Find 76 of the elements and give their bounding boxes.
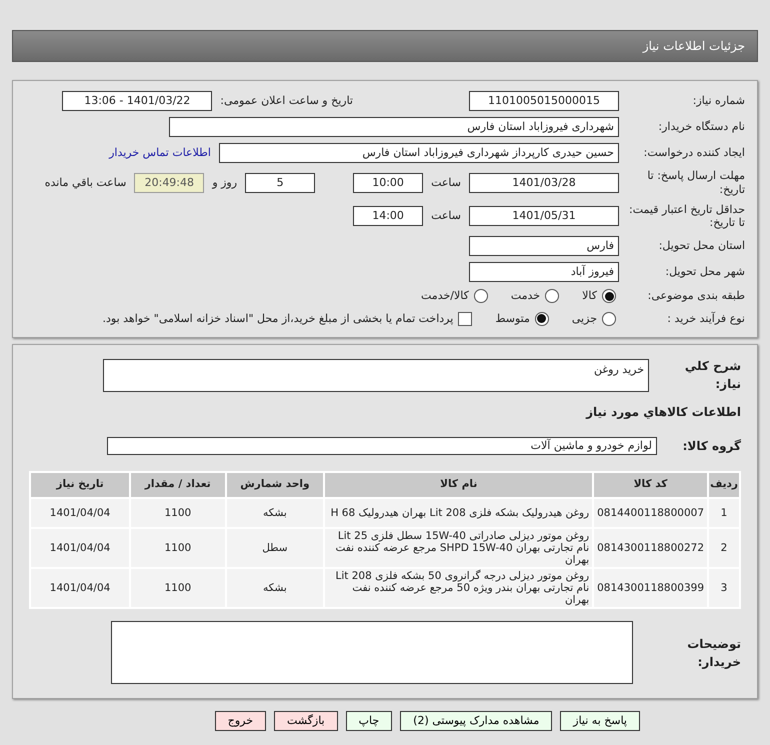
table-cell: روغن موتور دیزلی درجه گرانروی 50 بشکه فلزی 208 Lit نام تجارتی بهران بندر ویژه 50 مرجع عرضه کننده نفت بهران bbox=[325, 569, 592, 608]
column-header: ردیف bbox=[709, 473, 739, 497]
notes-field[interactable] bbox=[111, 621, 633, 684]
input-field[interactable]: 1401/03/28 bbox=[469, 172, 619, 193]
field-label: استان محل تحویل: bbox=[658, 239, 745, 253]
field-label: طبقه بندی موضوعی: bbox=[646, 289, 745, 304]
column-header: تاریخ نیاز bbox=[31, 473, 130, 497]
table-cell: 3 bbox=[709, 569, 739, 608]
column-header: واحد شمارش bbox=[226, 473, 324, 497]
input-field[interactable]: 10:00 bbox=[353, 172, 424, 193]
column-header: تعداد / مقدار bbox=[131, 473, 224, 497]
checkbox-label: پرداخت تمام یا بخشی از مبلغ خرید،از محل "اسناد خزانه اسلامی" خواهد بود. bbox=[102, 310, 454, 327]
input-field[interactable]: 1101005015000015 bbox=[469, 91, 619, 111]
input-field[interactable]: 5 bbox=[245, 172, 316, 193]
time-label: ساعت bbox=[431, 174, 461, 190]
radio-button[interactable] bbox=[474, 289, 488, 304]
table-cell: 1401/04/04 bbox=[31, 499, 130, 527]
action-button[interactable]: پاسخ به نیاز bbox=[560, 711, 640, 732]
field-label: شهر محل تحویل: bbox=[664, 265, 745, 279]
contact-link[interactable]: اطلاعات تماس خریدار bbox=[109, 144, 211, 162]
remaining-label: ساعت باقي مانده bbox=[44, 174, 126, 191]
column-header: نام کالا bbox=[325, 473, 592, 497]
field-label: نام دستگاه خریدار: bbox=[657, 120, 745, 134]
radio-label: کالا bbox=[582, 288, 597, 304]
field-label: نوع فرآیند خرید : bbox=[666, 312, 745, 326]
field-label: شرح کلي نياز: bbox=[684, 358, 741, 393]
field-label: توضیحات خریدار: bbox=[686, 636, 741, 671]
radio-button[interactable] bbox=[534, 312, 549, 326]
section-heading: اطلاعات کالاهاي مورد نياز bbox=[584, 404, 741, 421]
table-cell: 1401/04/04 bbox=[31, 569, 130, 608]
field-label: تاریخ و ساعت اعلان عمومی: bbox=[220, 92, 353, 109]
radio-button[interactable] bbox=[545, 289, 560, 304]
table-cell: 1100 bbox=[131, 569, 224, 608]
page-header: جزئیات اطلاعات نیاز bbox=[12, 30, 758, 62]
table-cell: 2 bbox=[709, 529, 739, 568]
input-field[interactable]: شهرداری فیروزاباد استان فارس bbox=[169, 117, 619, 137]
action-button[interactable]: بازگشت bbox=[274, 711, 338, 732]
table-cell: 1401/04/04 bbox=[31, 529, 130, 568]
action-button[interactable]: خروج bbox=[214, 711, 266, 732]
countdown-field: 20:49:48 bbox=[134, 172, 204, 193]
table-cell: 1100 bbox=[131, 499, 224, 527]
radio-label: خدمت bbox=[510, 288, 540, 304]
table-cell: روغن هیدرولیک بشکه فلزی 208 Lit بهران هیدرولیک H 68 bbox=[325, 499, 592, 527]
input-field[interactable]: لوازم خودرو و ماشین آلات bbox=[107, 437, 657, 455]
checkbox[interactable] bbox=[458, 312, 472, 326]
days-label: روز و bbox=[212, 174, 238, 191]
input-field[interactable]: فارس bbox=[469, 236, 619, 256]
action-button[interactable]: چاپ bbox=[346, 711, 392, 732]
field-label: گروه کالا: bbox=[682, 438, 741, 455]
input-field[interactable]: 1401/05/31 bbox=[469, 206, 619, 226]
table-cell: 0814400118800007 bbox=[594, 499, 708, 527]
field-label: مهلت ارسال پاسخ: تا تاریخ: bbox=[646, 169, 745, 196]
table-cell: بشکه bbox=[226, 569, 324, 608]
table-cell: روغن موتور دیزلی صادراتی 15W-40 سطل فلزی 25 Lit نام تجارتی بهران SHPD 15W-40 مرجع عرضه کننده نفت بهران bbox=[325, 529, 592, 568]
radio-button[interactable] bbox=[602, 289, 616, 304]
action-button[interactable]: مشاهده مدارک پیوستی (2) bbox=[400, 711, 552, 732]
field-label: ایجاد کننده درخواست: bbox=[642, 146, 745, 160]
column-header: کد کالا bbox=[594, 473, 708, 497]
radio-label: جزیی bbox=[572, 310, 597, 327]
input-field[interactable]: حسین حیدری کارپرداز شهرداری فیروزاباد استان فارس bbox=[219, 143, 619, 163]
table-cell: سطل bbox=[226, 529, 324, 568]
input-field[interactable]: 1401/03/22 - 13:06 bbox=[62, 91, 212, 111]
radio-button[interactable] bbox=[602, 312, 616, 326]
radio-label: کالا/خدمت bbox=[421, 288, 469, 304]
input-field[interactable]: 14:00 bbox=[353, 206, 424, 226]
field-label: شماره نیاز: bbox=[692, 94, 745, 108]
field-label: حداقل تاریخ اعتبار قیمت: تا تاریخ: bbox=[628, 202, 745, 230]
table-cell: 0814300118800272 bbox=[594, 529, 708, 568]
radio-label: متوسط bbox=[495, 310, 530, 327]
table-cell: 1100 bbox=[131, 529, 224, 568]
time-label: ساعت bbox=[431, 208, 461, 224]
table-cell: 1 bbox=[709, 499, 739, 527]
table-cell: بشکه bbox=[226, 499, 324, 527]
table-cell: 0814300118800399 bbox=[594, 569, 708, 608]
input-field[interactable]: فیروز آباد bbox=[469, 262, 619, 282]
description-field[interactable]: خرید روغن bbox=[103, 358, 649, 392]
